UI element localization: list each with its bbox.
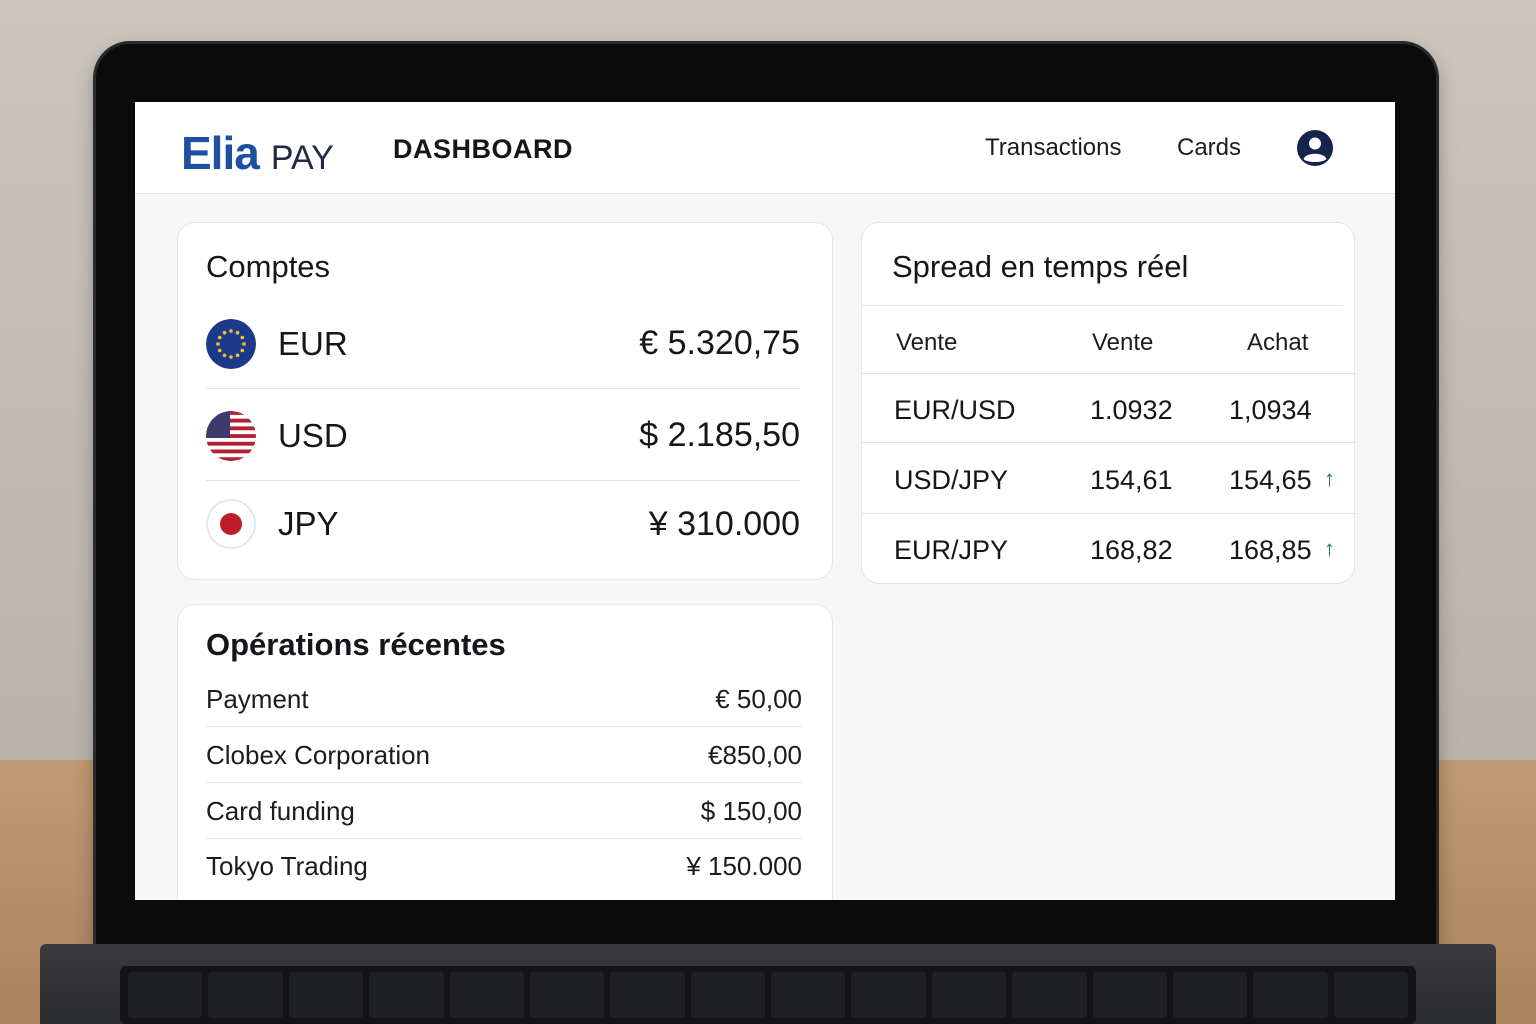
accounts-title: Comptes <box>206 249 331 284</box>
account-currency-code: JPY <box>278 505 339 542</box>
sell-rate: 168,82 <box>1090 535 1173 565</box>
top-navigation-bar: Elia PAY DASHBOARD Transactions Cards <box>135 102 1395 194</box>
operation-label: Payment <box>206 684 309 714</box>
account-currency-code: EUR <box>278 324 348 362</box>
brand-logo[interactable]: Elia PAY <box>181 126 334 180</box>
account-balance: € 5.320,75 <box>639 324 800 362</box>
spread-row[interactable]: EUR/JPY 168,82 168,85 ↑ <box>862 514 1356 584</box>
keyboard-key <box>1253 972 1328 1018</box>
operation-row[interactable]: Clobex Corporation €850,00 <box>206 729 802 783</box>
column-header: Vente <box>1092 329 1154 356</box>
operation-row[interactable]: Payment € 50,00 <box>206 673 802 727</box>
accounts-card: Comptes EUR € 5.320,75 USD $ 2.185,50 JP… <box>177 222 833 580</box>
spread-header-divider <box>862 305 1342 306</box>
operation-label: Tokyo Trading <box>206 850 368 881</box>
operation-row[interactable]: Tokyo Trading ¥ 150.000 <box>206 839 802 893</box>
spread-title: Spread en temps réel <box>892 249 1189 284</box>
keyboard-key <box>610 972 685 1018</box>
operation-label: Clobex Corporation <box>206 740 431 770</box>
nav-link-cards[interactable]: Cards <box>1177 134 1241 162</box>
buy-rate: 168,85 <box>1229 535 1312 565</box>
operation-row[interactable]: Card funding $ 150,00 <box>206 785 802 839</box>
keyboard-key <box>529 972 605 1018</box>
arrow-up-icon: ↑ <box>1324 466 1335 491</box>
currency-pair: EUR/JPY <box>894 535 1009 565</box>
spread-row[interactable]: USD/JPY 154,61 154,65 ↑ <box>862 444 1356 514</box>
operation-amount: ¥ 150.000 <box>686 850 802 881</box>
operation-amount: $ 150,00 <box>700 796 802 826</box>
app-screen: Elia PAY DASHBOARD Transactions Cards Co… <box>135 102 1395 900</box>
currency-pair: EUR/USD <box>894 395 1016 425</box>
operation-label: Card funding <box>206 796 355 826</box>
sell-rate: 1.0932 <box>1090 395 1173 425</box>
brand-name: Elia <box>181 127 260 179</box>
keyboard-key <box>208 972 283 1018</box>
column-header: Achat <box>1247 329 1309 356</box>
eu-flag-icon <box>206 318 256 369</box>
keyboard-key <box>931 972 1007 1018</box>
buy-rate: 154,65 <box>1229 465 1312 495</box>
us-flag-icon <box>206 410 256 461</box>
spread-row[interactable]: EUR/USD 1.0932 1,0934 <box>862 373 1356 443</box>
nav-link-transactions[interactable]: Transactions <box>985 134 1122 162</box>
account-balance: $ 2.185,50 <box>639 416 800 454</box>
keyboard-key <box>1172 972 1248 1018</box>
keyboard-key <box>288 972 364 1018</box>
keyboard-key <box>1092 972 1167 1018</box>
keyboard-key <box>690 972 765 1018</box>
spread-card: Spread en temps réel Vente Vente Achat E… <box>861 222 1356 584</box>
operation-amount: €850,00 <box>708 740 802 770</box>
keyboard-key <box>1012 972 1087 1018</box>
account-row-eur[interactable]: EUR € 5.320,75 <box>206 299 800 389</box>
laptop-keyboard <box>120 966 1416 1024</box>
account-balance: ¥ 310.000 <box>648 504 800 543</box>
account-currency-code: USD <box>278 416 348 454</box>
operations-title: Opérations récentes <box>206 627 506 662</box>
keyboard-key <box>771 972 846 1018</box>
recent-operations-card: Opérations récentes Payment € 50,00 Clob… <box>177 604 833 900</box>
jp-flag-icon <box>206 499 256 549</box>
account-row-usd[interactable]: USD $ 2.185,50 <box>206 391 800 481</box>
page-title: DASHBOARD <box>393 134 573 164</box>
keyboard-key <box>1333 972 1408 1018</box>
column-header: Vente <box>896 329 958 356</box>
keyboard-key <box>449 972 524 1018</box>
operation-amount: € 50,00 <box>715 684 802 714</box>
arrow-up-icon: ↑ <box>1324 536 1335 561</box>
keyboard-key <box>851 972 926 1018</box>
brand-suffix: PAY <box>270 139 334 177</box>
currency-pair: USD/JPY <box>894 465 1009 495</box>
account-row-jpy[interactable]: JPY ¥ 310.000 <box>206 479 800 569</box>
buy-rate: 1,0934 <box>1229 395 1312 425</box>
keyboard-key <box>369 972 444 1018</box>
user-circle-icon[interactable] <box>1297 130 1333 166</box>
sell-rate: 154,61 <box>1090 465 1173 495</box>
keyboard-key <box>128 972 203 1018</box>
